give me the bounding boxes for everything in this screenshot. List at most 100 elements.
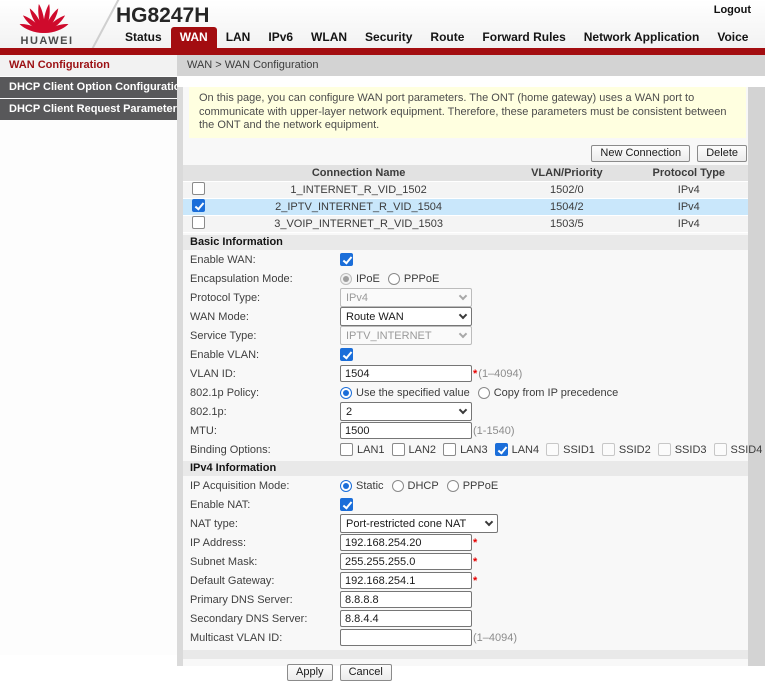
enable-vlan-checkbox[interactable] <box>340 348 353 361</box>
row-checkbox[interactable] <box>192 216 205 229</box>
ssid1-checkbox[interactable] <box>546 443 559 456</box>
field-label: IP Acquisition Mode: <box>190 480 340 492</box>
logout-link[interactable]: Logout <box>714 4 751 16</box>
info-box: On this page, you can configure WAN port… <box>189 87 746 138</box>
lan3-checkbox[interactable] <box>443 443 456 456</box>
tab-wlan[interactable]: WLAN <box>302 27 356 48</box>
wan-mode-select[interactable]: Route WAN <box>340 307 472 326</box>
form-row-enable-vlan: Enable VLAN: <box>183 345 748 364</box>
apply-button[interactable]: Apply <box>287 664 333 681</box>
pppoe-radio[interactable] <box>388 273 400 285</box>
table-header-row: Connection Name VLAN/Priority Protocol T… <box>183 165 748 182</box>
cancel-button[interactable]: Cancel <box>340 664 392 681</box>
primary-dns-input[interactable] <box>340 591 472 608</box>
ssid4-checkbox[interactable] <box>714 443 727 456</box>
subnet-mask-input[interactable] <box>340 553 472 570</box>
tab-lan[interactable]: LAN <box>217 27 260 48</box>
mtu-input[interactable] <box>340 422 472 439</box>
ip-address-input[interactable] <box>340 534 472 551</box>
checkbox-label: SSID3 <box>675 444 707 456</box>
huawei-logo: HUAWEI <box>16 2 78 47</box>
copy-from-ip-precedence-radio[interactable] <box>478 387 490 399</box>
lan1-checkbox[interactable] <box>340 443 353 456</box>
field-label: Enable WAN: <box>190 254 340 266</box>
static-radio[interactable] <box>340 480 352 492</box>
dhcp-radio[interactable] <box>392 480 404 492</box>
vlan-priority-cell: 1504/2 <box>504 199 629 216</box>
ipoe-radio[interactable] <box>340 273 352 285</box>
header-red-bar <box>0 48 765 55</box>
lan2-checkbox[interactable] <box>392 443 405 456</box>
section-header-ipv4-information: IPv4 Information <box>183 461 748 476</box>
form-row-service-type: Service Type: IPTV_INTERNET <box>183 326 748 345</box>
field-label: 802.1p: <box>190 406 340 418</box>
huawei-flower-icon <box>16 2 72 34</box>
ssid2-checkbox[interactable] <box>602 443 615 456</box>
sidebar-item-wan-configuration[interactable]: WAN Configuration <box>0 55 177 76</box>
chevron-down-icon <box>459 330 467 338</box>
checkbox-label: SSID2 <box>619 444 651 456</box>
secondary-dns-input[interactable] <box>340 610 472 627</box>
tab-network-application[interactable]: Network Application <box>575 27 709 48</box>
lan4-checkbox[interactable] <box>495 443 508 456</box>
tab-wan[interactable]: WAN <box>171 27 217 48</box>
form-row-mtu: MTU: (1-1540) <box>183 421 748 440</box>
pppoe-acquisition-radio[interactable] <box>447 480 459 492</box>
range-hint: (1–4094) <box>473 632 517 644</box>
vlan-id-input[interactable] <box>340 365 472 382</box>
tab-forward-rules[interactable]: Forward Rules <box>473 27 574 48</box>
protocol-type-select[interactable]: IPv4 <box>340 288 472 307</box>
ssid3-checkbox[interactable] <box>658 443 671 456</box>
multicast-vlan-id-input[interactable] <box>340 629 472 646</box>
chevron-down-icon <box>485 518 493 526</box>
chevron-down-icon <box>459 292 467 300</box>
form-row-ip-address: IP Address: * <box>183 533 748 552</box>
required-asterisk: * <box>473 556 477 568</box>
field-label: WAN Mode: <box>190 311 340 323</box>
protocol-type-cell: IPv4 <box>630 216 748 233</box>
tab-security[interactable]: Security <box>356 27 421 48</box>
checkbox-label: LAN4 <box>512 444 540 456</box>
tab-voice[interactable]: Voice <box>708 27 757 48</box>
checkbox-label: SSID1 <box>563 444 595 456</box>
checkbox-label: LAN3 <box>460 444 488 456</box>
form-row-protocol-type: Protocol Type: IPv4 <box>183 288 748 307</box>
radio-label: Use the specified value <box>356 387 470 399</box>
8021p-select[interactable]: 2 <box>340 402 472 421</box>
tab-route[interactable]: Route <box>421 27 473 48</box>
tab-system-tools[interactable]: System Tools <box>757 27 765 48</box>
row-checkbox[interactable] <box>192 199 205 212</box>
select-value: IPTV_INTERNET <box>346 330 432 342</box>
table-row: 1_INTERNET_R_VID_1502 1502/0 IPv4 <box>183 182 748 199</box>
field-label: Primary DNS Server: <box>190 594 340 606</box>
enable-nat-checkbox[interactable] <box>340 498 353 511</box>
column-header-protocol-type: Protocol Type <box>630 165 748 182</box>
delete-button[interactable]: Delete <box>697 145 747 162</box>
tab-status[interactable]: Status <box>116 27 171 48</box>
form-row-secondary-dns: Secondary DNS Server: <box>183 609 748 628</box>
form-row-binding-options: Binding Options: LAN1 LAN2 LAN3 LAN4 SSI… <box>183 440 748 459</box>
field-label: Enable NAT: <box>190 499 340 511</box>
sidebar-item-dhcp-client-option-configuration[interactable]: DHCP Client Option Configuration <box>0 77 177 98</box>
field-label: Multicast VLAN ID: <box>190 632 340 644</box>
field-label: Secondary DNS Server: <box>190 613 340 625</box>
use-specified-value-radio[interactable] <box>340 387 352 399</box>
chevron-down-icon <box>459 311 467 319</box>
service-type-select[interactable]: IPTV_INTERNET <box>340 326 472 345</box>
tab-ipv6[interactable]: IPv6 <box>259 27 302 48</box>
sidebar-item-dhcp-client-request-parameter[interactable]: DHCP Client Request Parameter <box>0 99 177 120</box>
checkbox-label: LAN2 <box>409 444 437 456</box>
default-gateway-input[interactable] <box>340 572 472 589</box>
field-label: NAT type: <box>190 518 340 530</box>
required-asterisk: * <box>473 368 477 380</box>
enable-wan-checkbox[interactable] <box>340 253 353 266</box>
select-value: IPv4 <box>346 292 368 304</box>
new-connection-button[interactable]: New Connection <box>591 145 690 162</box>
nat-type-select[interactable]: Port-restricted cone NAT <box>340 514 498 533</box>
table-row: 3_VOIP_INTERNET_R_VID_1503 1503/5 IPv4 <box>183 216 748 233</box>
page-title: HG8247H <box>116 4 209 28</box>
row-checkbox[interactable] <box>192 182 205 195</box>
column-header-connection-name: Connection Name <box>213 165 504 182</box>
connection-name-cell: 3_VOIP_INTERNET_R_VID_1503 <box>213 216 504 233</box>
form-row-enable-nat: Enable NAT: <box>183 495 748 514</box>
